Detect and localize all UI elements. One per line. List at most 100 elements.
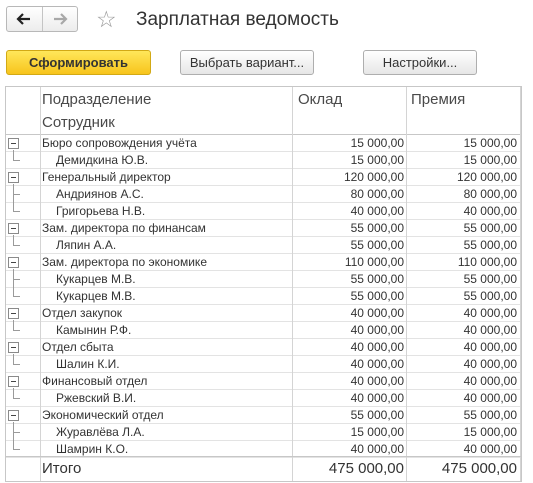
employee-row[interactable]: Андриянов А.С. 80 000,00 80 000,00 xyxy=(6,186,521,203)
group-row[interactable]: Зам. директора по экономике 110 000,00 110… xyxy=(6,254,521,271)
group-row[interactable]: Экономический отдел 55 000,00 55 000,00 xyxy=(6,407,521,424)
group-row[interactable]: Генеральный директор 120 000,00 120 000,00 xyxy=(6,169,521,186)
tree-connector xyxy=(13,211,20,212)
total-bonus: 475 000,00 xyxy=(441,460,517,477)
employee-salary: 15 000,00 xyxy=(350,425,404,439)
department-bonus: 40 000,00 xyxy=(463,340,517,354)
header-department: Подразделение xyxy=(42,91,152,108)
employee-bonus: 55 000,00 xyxy=(463,238,517,252)
tree-connector xyxy=(13,364,20,365)
employee-salary: 80 000,00 xyxy=(350,187,404,201)
tree-line xyxy=(13,354,14,365)
department-name: Генеральный директор xyxy=(42,170,171,184)
generate-button[interactable]: Сформировать xyxy=(6,50,151,75)
tree-line xyxy=(13,269,14,297)
group-row[interactable]: Зам. директора по финансам 55 000,00 55 00… xyxy=(6,220,521,237)
collapse-icon[interactable] xyxy=(8,376,19,387)
group-row[interactable]: Бюро сопровождения учёта 15 000,00 15 000,… xyxy=(6,135,521,152)
department-bonus: 110 000,00 xyxy=(457,255,517,269)
employee-row[interactable]: Журавлёва Л.А. 15 000,00 15 000,00 xyxy=(6,424,521,441)
column-divider xyxy=(406,87,407,481)
tree-line xyxy=(13,422,14,450)
department-name: Финансовый отдел xyxy=(42,374,148,388)
department-name: Зам. директора по экономике xyxy=(42,255,207,269)
employee-name: Демидкина Ю.В. xyxy=(56,153,149,167)
arrow-right-icon xyxy=(53,13,68,25)
header-employee: Сотрудник xyxy=(42,114,115,131)
employee-bonus: 40 000,00 xyxy=(463,391,517,405)
arrow-left-icon xyxy=(16,13,31,25)
department-salary: 110 000,00 xyxy=(344,255,404,269)
employee-row[interactable]: Шалин К.И. 40 000,00 40 000,00 xyxy=(6,356,521,373)
collapse-icon[interactable] xyxy=(8,342,19,353)
employee-bonus: 15 000,00 xyxy=(463,425,517,439)
collapse-icon[interactable] xyxy=(8,223,19,234)
collapse-icon[interactable] xyxy=(8,257,19,268)
employee-bonus: 15 000,00 xyxy=(463,153,517,167)
header-bonus: Премия xyxy=(411,91,466,108)
tree-connector xyxy=(13,279,20,280)
forward-button[interactable] xyxy=(41,7,77,31)
employee-row[interactable]: Кукарцев М.В. 55 000,00 55 000,00 xyxy=(6,271,521,288)
department-name: Отдел закупок xyxy=(42,306,123,320)
employee-name: Кукарцев М.В. xyxy=(56,289,136,303)
page-title: Зарплатная ведомость xyxy=(136,9,339,30)
tree-connector xyxy=(13,160,20,161)
tree-connector xyxy=(13,432,20,433)
department-name: Отдел сбыта xyxy=(42,340,114,354)
employee-row[interactable]: Камынин Р.Ф. 40 000,00 40 000,00 xyxy=(6,322,521,339)
navigation-buttons xyxy=(6,6,78,32)
header-salary: Оклад xyxy=(298,91,343,108)
department-name: Зам. директора по финансам xyxy=(42,221,206,235)
choose-variant-button[interactable]: Выбрать вариант... xyxy=(180,50,314,75)
employee-name: Кукарцев М.В. xyxy=(56,272,136,286)
department-bonus: 55 000,00 xyxy=(463,221,517,235)
group-row[interactable]: Финансовый отдел 40 000,00 40 000,00 xyxy=(6,373,521,390)
collapse-icon[interactable] xyxy=(8,138,19,149)
employee-bonus: 55 000,00 xyxy=(463,272,517,286)
employee-bonus: 80 000,00 xyxy=(463,187,517,201)
tree-connector xyxy=(13,194,20,195)
tree-connector xyxy=(13,296,20,297)
employee-row[interactable]: Ляпин А.А. 55 000,00 55 000,00 xyxy=(6,237,521,254)
group-row[interactable]: Отдел сбыта 40 000,00 40 000,00 xyxy=(6,339,521,356)
department-name: Экономический отдел xyxy=(42,408,164,422)
total-label: Итого xyxy=(42,460,82,477)
employee-name: Камынин Р.Ф. xyxy=(56,323,132,337)
department-salary: 55 000,00 xyxy=(350,408,404,422)
back-button[interactable] xyxy=(7,7,42,31)
employee-row[interactable]: Демидкина Ю.В. 15 000,00 15 000,00 xyxy=(6,152,521,169)
report-table: Подразделение Сотрудник Оклад Премия Бюр… xyxy=(5,86,522,482)
total-salary: 475 000,00 xyxy=(328,460,404,477)
employee-name: Ляпин А.А. xyxy=(56,238,117,252)
department-bonus: 15 000,00 xyxy=(463,136,517,150)
department-name: Бюро сопровождения учёта xyxy=(42,136,197,150)
employee-name: Григорьева Н.В. xyxy=(56,204,146,218)
employee-name: Журавлёва Л.А. xyxy=(56,425,145,439)
employee-name: Шамрин К.О. xyxy=(56,442,129,456)
employee-row[interactable]: Ржевский В.И. 40 000,00 40 000,00 xyxy=(6,390,521,407)
settings-button[interactable]: Настройки... xyxy=(363,50,477,75)
collapse-icon[interactable] xyxy=(8,308,19,319)
column-divider xyxy=(520,87,521,481)
group-row[interactable]: Отдел закупок 40 000,00 40 000,00 xyxy=(6,305,521,322)
department-salary: 120 000,00 xyxy=(343,170,404,184)
employee-bonus: 40 000,00 xyxy=(463,357,517,371)
star-icon[interactable]: ☆ xyxy=(96,7,117,31)
tree-connector xyxy=(13,330,20,331)
tree-line xyxy=(13,388,14,399)
employee-bonus: 55 000,00 xyxy=(463,289,517,303)
employee-row[interactable]: Кукарцев М.В. 55 000,00 55 000,00 xyxy=(6,288,521,305)
collapse-icon[interactable] xyxy=(8,172,19,183)
department-salary: 55 000,00 xyxy=(350,221,404,235)
department-bonus: 40 000,00 xyxy=(463,374,517,388)
employee-row[interactable]: Григорьева Н.В. 40 000,00 40 000,00 xyxy=(6,203,521,220)
tree-connector xyxy=(13,449,20,450)
department-salary: 40 000,00 xyxy=(350,340,404,354)
employee-salary: 40 000,00 xyxy=(350,442,404,456)
tree-line xyxy=(13,150,14,161)
collapse-icon[interactable] xyxy=(8,410,19,421)
department-salary: 40 000,00 xyxy=(350,374,404,388)
tree-line xyxy=(13,235,14,246)
employee-salary: 40 000,00 xyxy=(350,357,404,371)
